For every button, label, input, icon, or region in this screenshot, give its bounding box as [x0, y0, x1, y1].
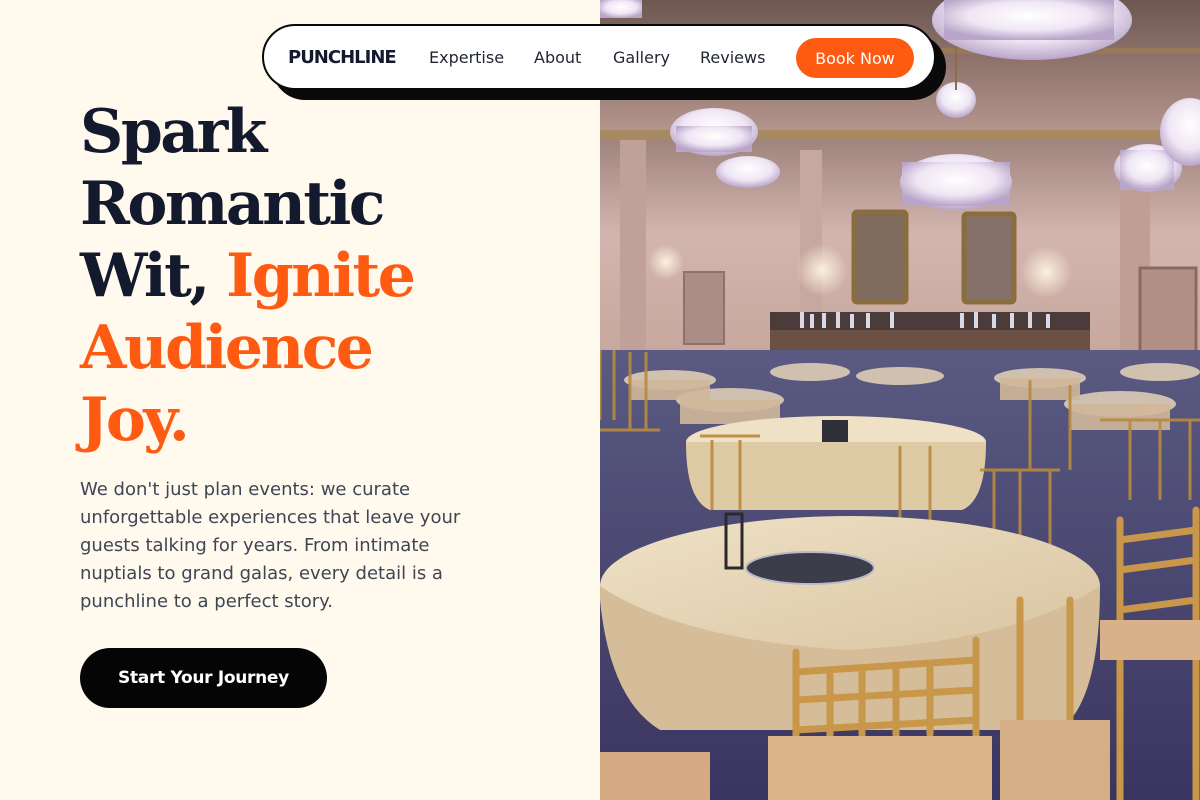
headline-line-3-accent: Ignite	[226, 241, 416, 311]
headline-line-4: Audience	[80, 313, 374, 383]
nav-link-about[interactable]: About	[534, 26, 581, 90]
nav-link-reviews[interactable]: Reviews	[700, 26, 765, 90]
brand-logo[interactable]: PUNCHLINE	[288, 26, 397, 90]
hero-description: We don't just plan events: we curate unf…	[80, 479, 461, 612]
headline-line-5: Joy.	[80, 385, 190, 455]
headline-line-1: Spark	[80, 97, 267, 167]
top-navigation: PUNCHLINE Expertise About Gallery Review…	[262, 24, 936, 90]
nav-link-gallery[interactable]: Gallery	[613, 26, 670, 90]
landing-page: Spark Romantic Wit, Ignite Audience Joy.…	[0, 0, 1200, 800]
hero-section: Spark Romantic Wit, Ignite Audience Joy.…	[0, 0, 600, 800]
headline-line-3: Wit, Ignite	[80, 240, 540, 312]
nav-link-expertise[interactable]: Expertise	[429, 26, 504, 90]
book-now-button[interactable]: Book Now	[796, 38, 914, 78]
ballroom-illustration	[600, 0, 1200, 800]
start-journey-button[interactable]: Start Your Journey	[80, 648, 327, 708]
hero-headline: Spark Romantic Wit, Ignite Audience Joy.	[80, 96, 540, 456]
ballroom-photo	[600, 0, 1200, 800]
headline-line-3-dark: Wit,	[80, 241, 227, 311]
headline-line-2: Romantic	[80, 169, 385, 239]
